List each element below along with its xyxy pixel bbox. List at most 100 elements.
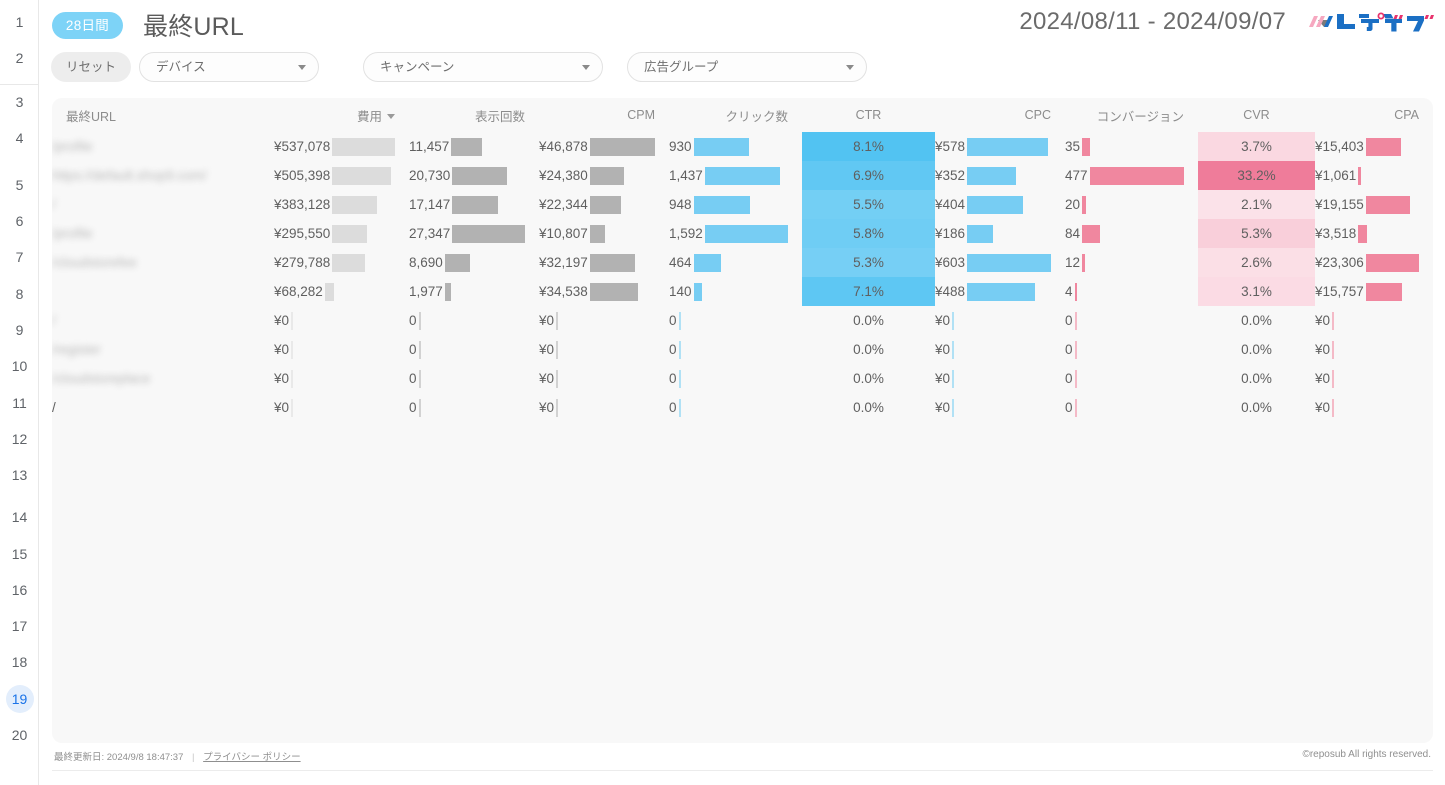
cpa-bar-track: [1358, 225, 1419, 243]
cell-final-url[interactable]: /: [52, 306, 274, 335]
cell-conversions: 84: [1065, 219, 1198, 248]
metric-cell: 11,457: [409, 132, 539, 161]
cpc-bar: [967, 167, 1016, 185]
column-header-url[interactable]: 最終URL: [52, 98, 274, 132]
table-row[interactable]: /¥00¥000.0%¥000.0%¥0: [52, 393, 1433, 422]
cell-cost: ¥68,282: [274, 277, 409, 306]
cell-final-url[interactable]: /cloudstoreplace: [52, 364, 274, 393]
page-number-11[interactable]: 11: [0, 389, 39, 417]
impressions-bar: [452, 196, 498, 214]
column-header-cost[interactable]: 費用: [274, 98, 409, 132]
cpa-bar: [1332, 370, 1334, 388]
table-row[interactable]: https://default.shop9.com/¥505,39820,730…: [52, 161, 1433, 190]
page-number-4[interactable]: 4: [0, 124, 39, 152]
report-canvas: 28日間 最終URL 2024/08/11 - 2024/09/07: [39, 0, 1445, 785]
page-number-15[interactable]: 15: [0, 540, 39, 568]
page-number-17[interactable]: 17: [0, 612, 39, 640]
table-row[interactable]: /cloudstorefee¥279,7888,690¥32,1974645.3…: [52, 248, 1433, 277]
cost-bar: [332, 196, 377, 214]
table-row[interactable]: /register¥00¥000.0%¥000.0%¥0: [52, 335, 1433, 364]
page-number-5[interactable]: 5: [0, 171, 39, 199]
table-row[interactable]: /profile¥537,07811,457¥46,8789308.1%¥578…: [52, 132, 1433, 161]
page-number-6[interactable]: 6: [0, 207, 39, 235]
cell-cost: ¥0: [274, 364, 409, 393]
cell-final-url[interactable]: [52, 277, 274, 306]
page-number-1[interactable]: 1: [0, 8, 39, 36]
cell-final-url[interactable]: /register: [52, 335, 274, 364]
cost-value: ¥0: [274, 313, 291, 328]
page-number-rail[interactable]: 1234567891011121314151617181920: [0, 0, 39, 785]
conversions-bar-track: [1075, 341, 1184, 359]
table-row[interactable]: /profile¥295,55027,347¥10,8071,5925.8%¥1…: [52, 219, 1433, 248]
page-number-12[interactable]: 12: [0, 425, 39, 453]
cpa-bar-track: [1366, 196, 1419, 214]
column-header-ctr[interactable]: CTR: [802, 98, 935, 132]
impressions-bar: [445, 283, 451, 301]
page-number-2[interactable]: 2: [0, 44, 39, 72]
cell-final-url[interactable]: https://default.shop9.com/: [52, 161, 274, 190]
privacy-policy-link[interactable]: プライバシー ポリシー: [203, 752, 300, 763]
page-number-14[interactable]: 14: [0, 503, 39, 531]
clicks-bar-track: [679, 370, 788, 388]
page-number-20[interactable]: 20: [0, 721, 39, 749]
impressions-bar-track: [451, 138, 525, 156]
page-number-7[interactable]: 7: [0, 243, 39, 271]
conversions-bar: [1075, 341, 1077, 359]
cost-bar-track: [291, 312, 395, 330]
column-header-cpa[interactable]: CPA: [1315, 98, 1433, 132]
cell-clicks: 1,592: [669, 219, 802, 248]
metric-cell: 0: [1065, 306, 1198, 335]
column-header-cpc[interactable]: CPC: [935, 98, 1065, 132]
metric-cell: 0: [1065, 364, 1198, 393]
cell-final-url[interactable]: /profile: [52, 132, 274, 161]
column-header-impressions[interactable]: 表示回数: [409, 98, 539, 132]
page-number-18[interactable]: 18: [0, 648, 39, 676]
cell-conversions: 35: [1065, 132, 1198, 161]
cell-final-url[interactable]: /: [52, 190, 274, 219]
metric-cell: ¥0: [539, 335, 669, 364]
page-number-label: 6: [16, 213, 24, 229]
final-url-text: /: [52, 400, 56, 415]
cell-cvr: 5.3%: [1198, 219, 1315, 248]
cpa-bar: [1366, 254, 1419, 272]
adgroup-filter-select[interactable]: 広告グループ: [627, 52, 867, 82]
cvr-value: 3.7%: [1198, 132, 1315, 161]
table-row[interactable]: /¥383,12817,147¥22,3449485.5%¥404202.1%¥…: [52, 190, 1433, 219]
page-number-label: 5: [16, 177, 24, 193]
column-header-cvr[interactable]: CVR: [1198, 98, 1315, 132]
cell-cpm: ¥24,380: [539, 161, 669, 190]
cpc-bar-track: [967, 138, 1051, 156]
final-url-text: /: [52, 313, 56, 328]
table-row[interactable]: /cloudstoreplace¥00¥000.0%¥000.0%¥0: [52, 364, 1433, 393]
page-number-10[interactable]: 10: [0, 352, 39, 380]
column-header-cpm[interactable]: CPM: [539, 98, 669, 132]
column-header-clicks[interactable]: クリック数: [669, 98, 802, 132]
metric-cell: 0: [409, 364, 539, 393]
final-url-text: /register: [52, 342, 101, 357]
page-number-16[interactable]: 16: [0, 576, 39, 604]
cell-cpc: ¥0: [935, 306, 1065, 335]
campaign-filter-select[interactable]: キャンペーン: [363, 52, 603, 82]
page-number-19[interactable]: 19: [0, 685, 39, 713]
cell-final-url[interactable]: /: [52, 393, 274, 422]
column-header-conversions[interactable]: コンバージョン: [1065, 98, 1198, 132]
cell-final-url[interactable]: /profile: [52, 219, 274, 248]
reset-button[interactable]: リセット: [51, 52, 131, 82]
date-range-label[interactable]: 2024/08/11 - 2024/09/07: [1019, 8, 1286, 36]
page-number-9[interactable]: 9: [0, 316, 39, 344]
table-row[interactable]: ¥68,2821,977¥34,5381407.1%¥48843.1%¥15,7…: [52, 277, 1433, 306]
device-filter-select[interactable]: デバイス: [139, 52, 319, 82]
cpc-bar-track: [967, 167, 1051, 185]
cell-cost: ¥0: [274, 306, 409, 335]
metric-cell: ¥383,128: [274, 190, 409, 219]
page-number-13[interactable]: 13: [0, 461, 39, 489]
cpm-value: ¥0: [539, 313, 556, 328]
table-row[interactable]: /¥00¥000.0%¥000.0%¥0: [52, 306, 1433, 335]
page-number-3[interactable]: 3: [0, 88, 39, 116]
page-number-8[interactable]: 8: [0, 280, 39, 308]
cell-cvr: 0.0%: [1198, 335, 1315, 364]
metric-cell: ¥505,398: [274, 161, 409, 190]
cpc-bar-track: [952, 370, 1051, 388]
cell-final-url[interactable]: /cloudstorefee: [52, 248, 274, 277]
cpm-bar-track: [590, 138, 655, 156]
